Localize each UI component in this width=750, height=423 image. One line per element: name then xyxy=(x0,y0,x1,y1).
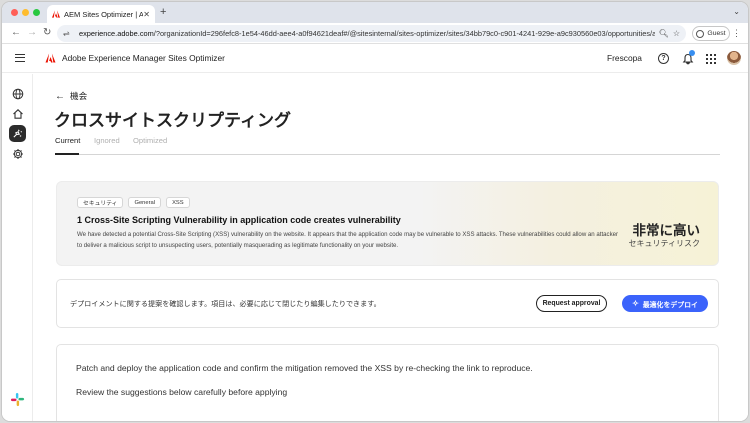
active-tab-indicator xyxy=(55,153,79,155)
tag-chip: General xyxy=(128,197,162,208)
globe-icon xyxy=(12,88,23,99)
patch-instructions-card: Patch and deploy the application code an… xyxy=(56,344,719,421)
person-icon xyxy=(696,29,705,38)
close-window-button[interactable] xyxy=(11,9,18,16)
page-title: クロスサイトスクリプティング xyxy=(54,111,291,130)
help-icon[interactable]: ? xyxy=(658,53,669,64)
rail-opportunities-button[interactable] xyxy=(9,125,26,142)
gear-icon xyxy=(12,148,23,159)
site-info-icon[interactable]: ⇌ xyxy=(63,29,73,38)
bookmark-star-icon[interactable]: ☆ xyxy=(673,29,680,38)
tab-optimized[interactable]: Optimized xyxy=(133,136,167,145)
deployment-review-text: デプロイメントに関する提案を確認します。項目は、必要に応じて閉じたり編集したりで… xyxy=(70,300,381,308)
risk-label: セキュリティリスク xyxy=(628,239,700,248)
address-bar[interactable]: ⇌ experience.adobe.com/?organizationId=2… xyxy=(57,25,686,42)
reload-icon[interactable]: ↻ xyxy=(43,27,51,38)
browser-tab[interactable]: AEM Sites Optimizer | Adobe ✕ xyxy=(47,5,155,23)
deploy-label: 最適化をデプロイ xyxy=(642,301,698,309)
review-suggestions-text: Review the suggestions below carefully b… xyxy=(76,387,288,397)
opportunities-icon xyxy=(13,129,22,138)
back-arrow-icon[interactable]: ← xyxy=(11,27,21,38)
guest-profile-button[interactable]: Guest xyxy=(692,26,730,41)
opportunity-title: 1 Cross-Site Scripting Vulnerability in … xyxy=(77,215,401,225)
rail-settings-button[interactable] xyxy=(9,145,26,162)
app-header: Adobe Experience Manager Sites Optimizer… xyxy=(2,45,748,73)
browser-menu-icon[interactable]: ⋮ xyxy=(732,28,741,39)
browser-window: AEM Sites Optimizer | Adobe ✕ + ⌄ ← → ↻ … xyxy=(1,1,749,422)
patch-instruction-text: Patch and deploy the application code an… xyxy=(76,363,533,373)
minimize-window-button[interactable] xyxy=(22,9,29,16)
tab-strip: AEM Sites Optimizer | Adobe ✕ + ⌄ xyxy=(2,2,748,23)
forward-arrow-icon[interactable]: → xyxy=(27,27,37,38)
risk-level: 非常に高い xyxy=(632,223,701,238)
tab-ignored[interactable]: Ignored xyxy=(94,136,120,145)
back-arrow-icon: ← xyxy=(55,90,65,102)
tab-current[interactable]: Current xyxy=(55,136,80,145)
new-tab-icon[interactable]: + xyxy=(160,6,166,18)
home-icon xyxy=(12,108,23,119)
app-switcher-grid-icon[interactable] xyxy=(706,54,716,64)
hamburger-menu-icon[interactable] xyxy=(15,54,25,62)
maximize-window-button[interactable] xyxy=(33,9,40,16)
opportunity-description: We have detected a potential Cross-Site … xyxy=(77,231,619,249)
back-label: 機会 xyxy=(70,91,88,101)
main-content: ← 機会 クロスサイトスクリプティング Current Ignored Opti… xyxy=(34,74,748,421)
rail-globe-button[interactable] xyxy=(9,85,26,102)
tab-title: AEM Sites Optimizer | Adobe xyxy=(64,9,143,19)
tab-search-chevron-icon[interactable]: ⌄ xyxy=(733,7,740,16)
magic-wand-icon: ✧ xyxy=(632,299,639,308)
opportunity-summary-card: セキュリティ General XSS 1 Cross-Site Scriptin… xyxy=(56,181,719,266)
slack-icon[interactable] xyxy=(10,392,25,407)
user-avatar[interactable] xyxy=(727,51,741,65)
left-rail xyxy=(2,74,33,421)
deployment-review-bar: デプロイメントに関する提案を確認します。項目は、必要に応じて閉じたり編集したりで… xyxy=(56,279,719,328)
address-url: experience.adobe.com/?organizationId=296… xyxy=(79,29,655,38)
tab-close-icon[interactable]: ✕ xyxy=(143,10,150,19)
notification-badge xyxy=(689,50,695,56)
rail-home-button[interactable] xyxy=(9,105,26,122)
deploy-optimization-button[interactable]: ✧ 最適化をデプロイ xyxy=(622,295,708,312)
request-approval-button[interactable]: Request approval xyxy=(536,295,607,312)
adobe-favicon-icon xyxy=(52,10,60,18)
tag-chip: セキュリティ xyxy=(77,197,124,208)
guest-label: Guest xyxy=(707,30,726,37)
org-switcher[interactable]: Frescopa xyxy=(607,53,642,63)
back-to-opportunities-link[interactable]: ← 機会 xyxy=(55,90,87,102)
tag-chip: XSS xyxy=(166,197,190,208)
app-title: Adobe Experience Manager Sites Optimizer xyxy=(62,53,225,63)
tag-list: セキュリティ General XSS xyxy=(77,197,190,208)
opportunity-tabs: Current Ignored Optimized xyxy=(55,136,720,155)
adobe-logo-icon xyxy=(44,52,56,64)
zoom-icon[interactable]: 🔍︎ xyxy=(659,29,669,38)
browser-toolbar: ← → ↻ ⇌ experience.adobe.com/?organizati… xyxy=(2,23,748,44)
